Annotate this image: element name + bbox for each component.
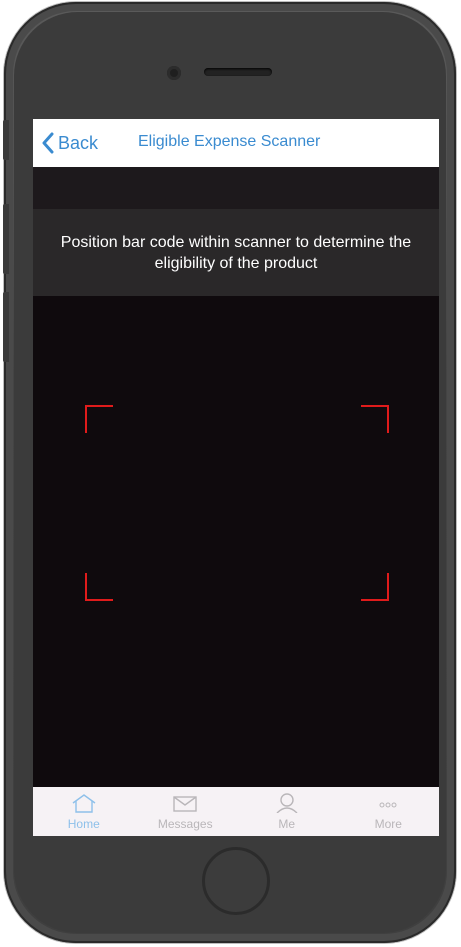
chevron-left-icon [42, 132, 54, 154]
earpiece-speaker [204, 68, 272, 76]
camera-preview-top [33, 167, 439, 209]
volume-up-button [3, 204, 9, 274]
person-icon [276, 793, 298, 813]
home-button[interactable] [202, 847, 270, 915]
app-screen: Back Eligible Expense Scanner Position b… [33, 119, 439, 836]
scan-frame-corner-top-right [361, 405, 389, 433]
ellipsis-icon [379, 802, 397, 808]
scan-frame-corner-bottom-left [85, 573, 113, 601]
tab-me[interactable]: Me [236, 787, 338, 836]
back-label: Back [58, 132, 99, 153]
tab-label-messages: Messages [157, 817, 213, 831]
page-title: Eligible Expense Scanner [138, 133, 321, 150]
house-icon [72, 794, 96, 813]
scan-frame-corner-top-left [85, 405, 113, 433]
tab-label-home: Home [67, 817, 100, 831]
scan-frame-corner-bottom-right [361, 573, 389, 601]
tab-label-more: More [374, 817, 402, 831]
tab-more[interactable]: More [338, 787, 440, 836]
tab-messages[interactable]: Messages [135, 787, 237, 836]
front-camera [167, 66, 181, 80]
tab-label-me: Me [278, 817, 296, 831]
tab-bar: Home Messages Me More [33, 787, 439, 836]
tab-home[interactable]: Home [33, 787, 135, 836]
mute-switch [3, 120, 9, 160]
scanner-instruction: Position bar code within scanner to dete… [33, 209, 439, 296]
volume-down-button [3, 292, 9, 362]
back-button[interactable]: Back [41, 131, 98, 155]
navigation-bar: Back Eligible Expense Scanner [33, 119, 439, 167]
envelope-icon [173, 796, 197, 812]
